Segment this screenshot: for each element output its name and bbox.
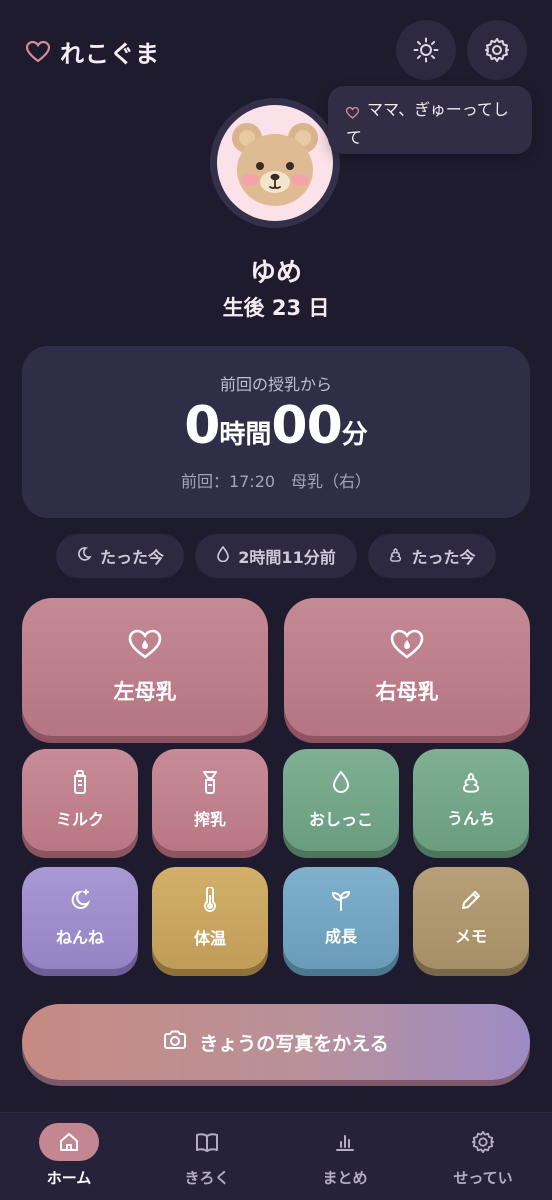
thermometer-icon [202,886,218,917]
gear-icon [453,1123,513,1161]
bar-chart-icon [315,1123,375,1161]
last-feed-detail: 前回：17:20 母乳（右） [180,472,372,491]
poop-icon [388,547,403,566]
poop-button[interactable]: うんち [413,749,529,851]
temperature-label: 体温 [193,929,226,948]
speech-bubble-text: ママ、ぎゅーってして [346,100,509,147]
temperature-button[interactable]: 体温 [152,867,268,969]
pencil-icon [460,889,482,915]
baby-age: 生後 23 日 [222,296,330,320]
heart-drop-icon [128,629,162,664]
hours-unit: 時間 [219,420,272,450]
baby-name: ゆめ [249,258,302,288]
camera-icon [163,1030,187,1055]
feed-card-label: 前回の授乳から [219,375,332,394]
pee-label: おしっこ [308,810,373,829]
nav-summary[interactable]: まとめ [276,1123,414,1188]
sprout-icon [330,889,352,915]
nav-summary-label: まとめ [322,1169,368,1187]
chip-label: たった今 [411,548,476,567]
home-icon [39,1123,99,1161]
pee-button[interactable]: おしっこ [283,749,399,851]
drop-icon [216,545,230,566]
change-photo-button[interactable]: きょうの写真をかえる [22,1004,530,1080]
heart-drop-icon [390,629,424,664]
right-breast-button[interactable]: 右母乳 [284,598,530,736]
chip-poop[interactable]: たった今 [368,534,496,578]
pump-label: 搾乳 [193,810,226,829]
milk-button[interactable]: ミルク [22,749,138,851]
gear-icon [484,37,510,63]
chip-label: 2時間11分前 [238,548,336,567]
feed-elapsed-timer: 0時間00分 [22,396,530,456]
book-icon [177,1123,237,1161]
theme-toggle-button[interactable] [396,20,456,80]
chip-sleep[interactable]: たった今 [56,534,184,578]
chip-pee[interactable]: 2時間11分前 [195,534,357,578]
app-name: れこぐま [60,40,160,68]
baby-avatar[interactable] [210,98,340,228]
moon-icon [68,888,92,916]
poop-label: うんち [446,809,495,828]
memo-label: メモ [454,927,487,946]
last-feed-card: 前回の授乳から 0時間00分 前回：17:20 母乳（右） [22,346,530,518]
speech-bubble: ママ、ぎゅーってして [328,86,532,154]
milk-label: ミルク [55,810,104,829]
right-breast-label: 右母乳 [375,679,439,704]
nav-home[interactable]: ホーム [0,1123,138,1188]
nav-home-label: ホーム [46,1169,92,1187]
app-logo: れこぐま [26,34,160,69]
poop-icon [460,771,482,797]
bear-avatar-image [217,105,333,221]
nav-records-label: きろく [184,1169,230,1187]
growth-label: 成長 [324,927,357,946]
nav-settings[interactable]: せってい [414,1123,552,1188]
left-breast-label: 左母乳 [113,679,177,704]
heart-icon [26,40,50,63]
memo-button[interactable]: メモ [413,867,529,969]
moon-icon [76,546,92,566]
minutes-unit: 分 [341,420,368,450]
bottle-icon [71,770,89,798]
pump-icon [201,770,219,798]
nav-settings-label: せってい [453,1169,513,1187]
drop-icon [332,770,350,798]
chip-label: たった今 [99,548,164,567]
settings-button[interactable] [467,20,527,80]
elapsed-hours: 0 [184,396,220,456]
bottom-nav: ホーム きろく まとめ せってい [0,1112,552,1200]
sleep-label: ねんね [55,928,104,947]
growth-button[interactable]: 成長 [283,867,399,969]
elapsed-minutes: 00 [271,396,342,456]
nav-records[interactable]: きろく [138,1123,276,1188]
pump-button[interactable]: 搾乳 [152,749,268,851]
left-breast-button[interactable]: 左母乳 [22,598,268,736]
change-photo-label: きょうの写真をかえる [199,1032,389,1055]
sleep-button[interactable]: ねんね [22,867,138,969]
sun-icon [413,37,439,63]
heart-icon [345,102,360,126]
